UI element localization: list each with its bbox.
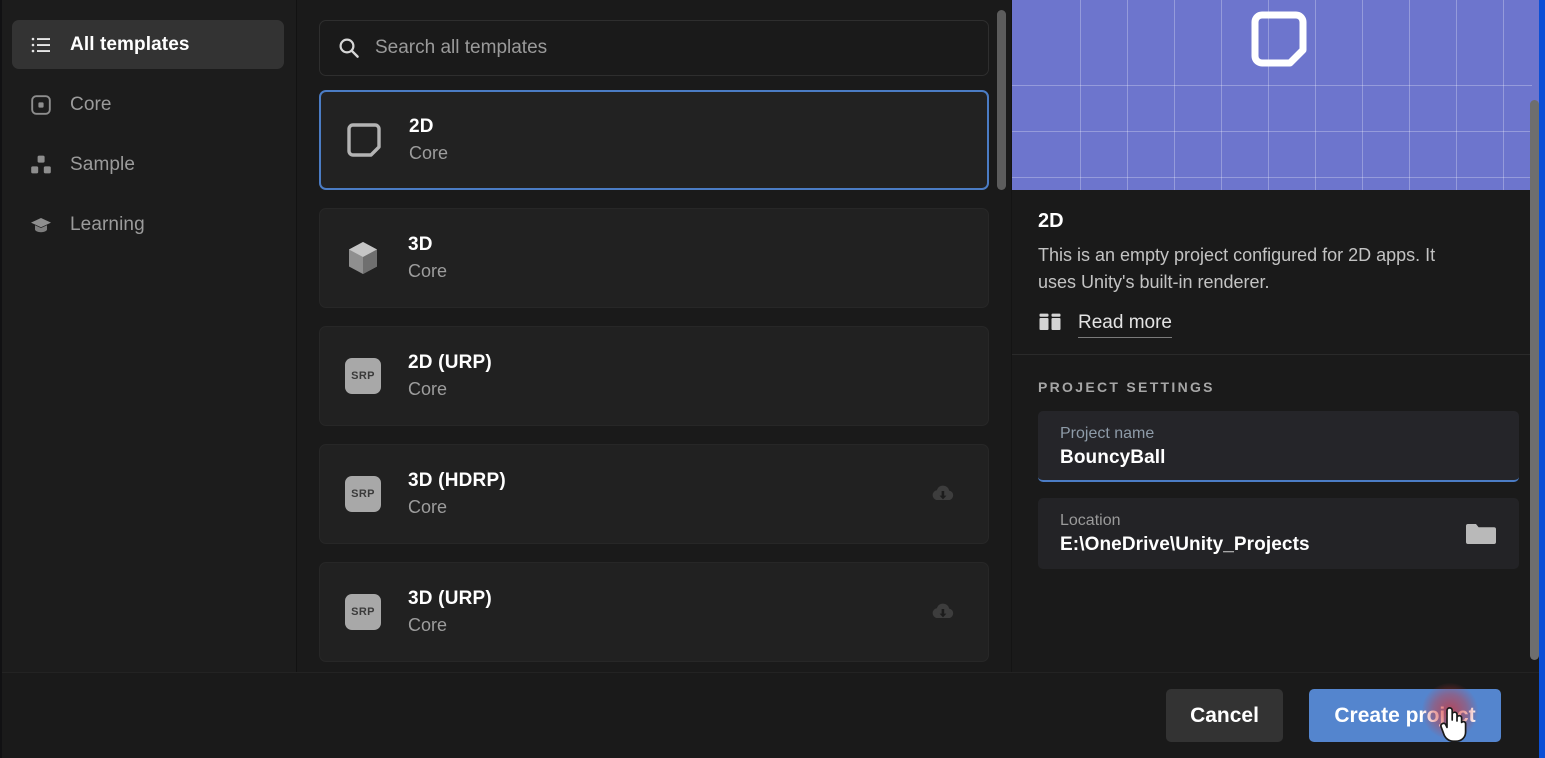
template-card-3d-hdrp[interactable]: SRP 3D (HDRP) Core [319, 444, 989, 544]
template-preview-image [1012, 0, 1545, 190]
search-bar[interactable] [319, 20, 989, 76]
template-name: 2D (URP) [408, 352, 492, 374]
sidebar-item-all-templates[interactable]: All templates [12, 20, 284, 69]
location-value[interactable]: E:\OneDrive\Unity_Projects [1060, 534, 1501, 556]
sidebar-item-label: All templates [70, 34, 190, 56]
dialog-footer: Cancel Create project [0, 672, 1545, 758]
window-left-edge [0, 0, 2, 758]
template-card-3d[interactable]: 3D Core [319, 208, 989, 308]
srp-badge-icon: SRP [342, 591, 384, 633]
sidebar-item-sample[interactable]: Sample [12, 140, 284, 189]
cancel-button[interactable]: Cancel [1166, 689, 1283, 742]
sidebar: All templates Core [0, 0, 297, 672]
template-category: Core [408, 261, 447, 282]
template-category: Core [408, 497, 506, 518]
search-icon [338, 37, 360, 59]
cube-3d-icon [342, 237, 384, 279]
core-square-dot-icon [30, 94, 52, 116]
project-settings-heading: PROJECT SETTINGS [1012, 355, 1545, 411]
template-detail-text: 2D This is an empty project configured f… [1012, 190, 1545, 338]
folder-icon[interactable] [1465, 521, 1497, 547]
srp-badge-label: SRP [345, 358, 381, 394]
create-project-button[interactable]: Create project [1309, 689, 1501, 742]
sidebar-item-learning[interactable]: Learning [12, 200, 284, 249]
sidebar-item-label: Learning [70, 214, 145, 236]
square-2d-outline-icon [1248, 8, 1310, 70]
read-more-row[interactable]: Read more [1038, 311, 1519, 338]
read-more-link[interactable]: Read more [1078, 312, 1172, 338]
graduation-cap-icon [30, 214, 52, 236]
new-project-dialog: All templates Core [0, 0, 1545, 758]
project-name-value[interactable]: BouncyBall [1060, 447, 1501, 469]
srp-badge-icon: SRP [342, 473, 384, 515]
project-name-label: Project name [1060, 425, 1501, 443]
template-card-3d-urp[interactable]: SRP 3D (URP) Core [319, 562, 989, 662]
location-field[interactable]: Location E:\OneDrive\Unity_Projects [1038, 498, 1519, 569]
srp-badge-icon: SRP [342, 355, 384, 397]
template-list-scrollbar[interactable] [997, 0, 1006, 672]
sidebar-item-label: Sample [70, 154, 135, 176]
cloud-download-icon[interactable] [928, 597, 958, 627]
location-label: Location [1060, 512, 1501, 530]
sidebar-item-label: Core [70, 94, 112, 116]
template-name: 3D (HDRP) [408, 470, 506, 492]
detail-title: 2D [1038, 210, 1519, 233]
project-name-field[interactable]: Project name BouncyBall [1038, 411, 1519, 482]
book-icon [1038, 311, 1062, 338]
sidebar-item-core[interactable]: Core [12, 80, 284, 129]
blocks-icon [30, 154, 52, 176]
template-name: 3D [408, 234, 447, 256]
list-icon [30, 34, 52, 56]
template-card-2d[interactable]: 2D Core [319, 90, 989, 190]
detail-scrollbar-thumb[interactable] [1530, 100, 1539, 660]
template-list: 2D Core 3D Core [319, 90, 989, 662]
srp-badge-label: SRP [345, 476, 381, 512]
scrollbar-thumb[interactable] [997, 10, 1006, 190]
cloud-download-icon[interactable] [928, 479, 958, 509]
template-card-2d-urp[interactable]: SRP 2D (URP) Core [319, 326, 989, 426]
window-focus-border [1539, 0, 1545, 758]
search-input[interactable] [375, 37, 970, 59]
detail-description: This is an empty project configured for … [1038, 242, 1468, 295]
template-category: Core [409, 143, 448, 164]
template-category: Core [408, 615, 492, 636]
template-list-panel: 2D Core 3D Core [297, 0, 1011, 672]
template-name: 2D [409, 116, 448, 138]
square-2d-icon [343, 119, 385, 161]
srp-badge-label: SRP [345, 594, 381, 630]
template-name: 3D (URP) [408, 588, 492, 610]
template-category: Core [408, 379, 492, 400]
dialog-body: All templates Core [0, 0, 1545, 672]
template-detail-panel: 2D This is an empty project configured f… [1011, 0, 1545, 672]
